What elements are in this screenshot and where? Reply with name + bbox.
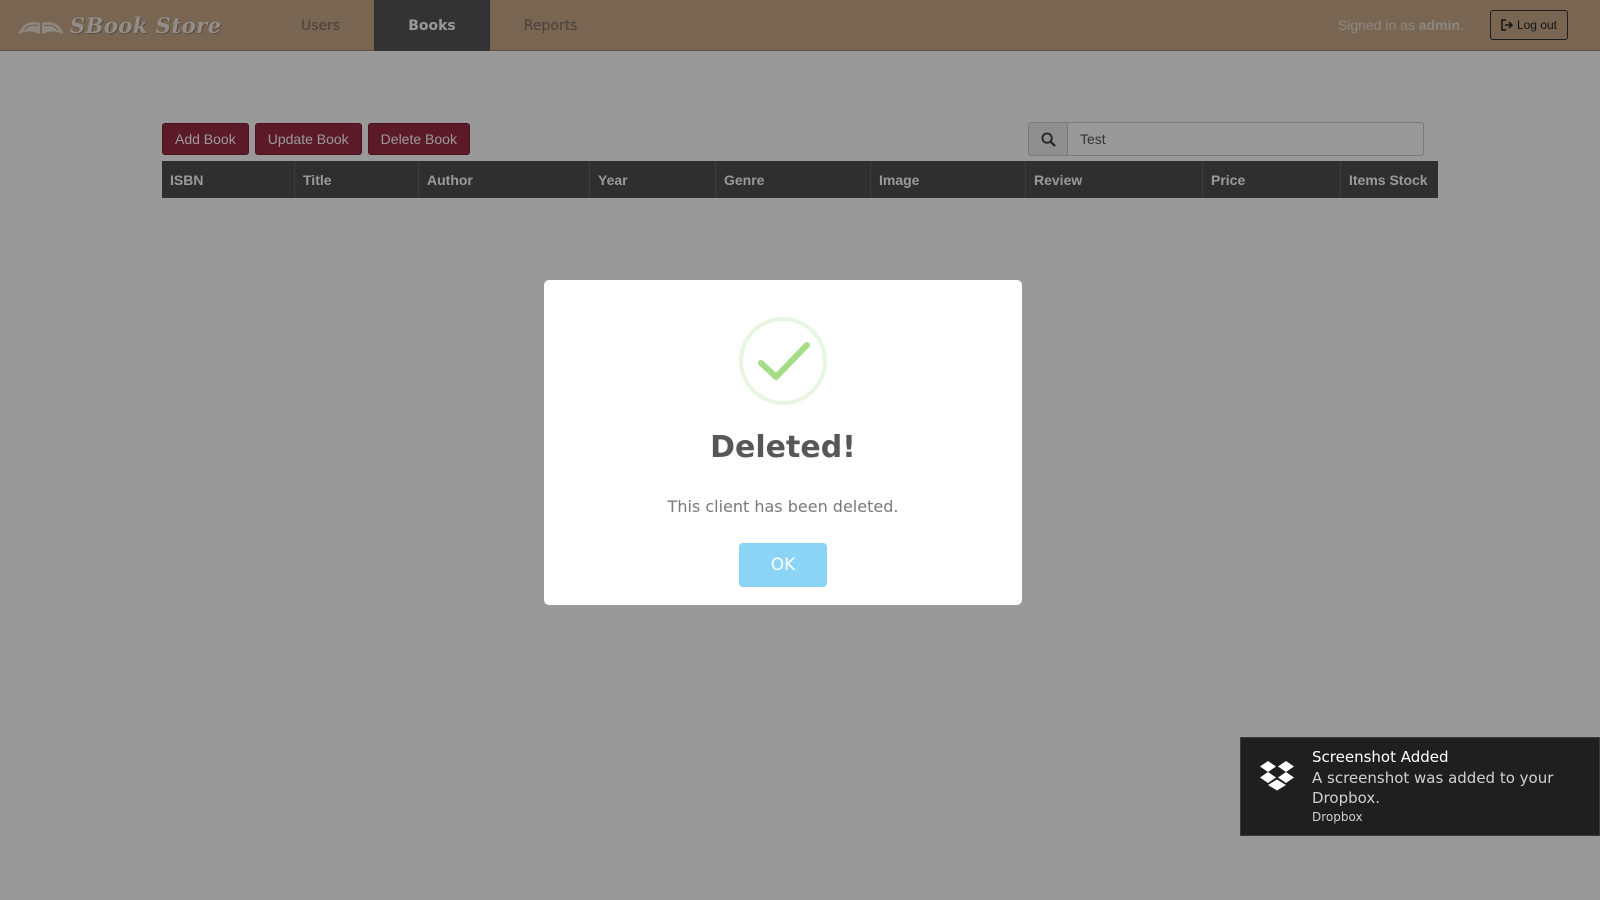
dialog-title: Deleted! xyxy=(710,430,856,465)
success-dialog: Deleted! This client has been deleted. O… xyxy=(544,280,1022,605)
dropbox-notification[interactable]: Screenshot Added A screenshot was added … xyxy=(1240,737,1600,836)
notification-body: A screenshot was added to your Dropbox. xyxy=(1312,769,1554,807)
dialog-message: This client has been deleted. xyxy=(667,497,899,516)
notification-source: Dropbox xyxy=(1312,810,1363,824)
ok-button[interactable]: OK xyxy=(739,543,827,587)
dropbox-icon xyxy=(1260,761,1294,791)
success-check-icon xyxy=(739,317,827,405)
notification-title: Screenshot Added xyxy=(1312,748,1449,766)
